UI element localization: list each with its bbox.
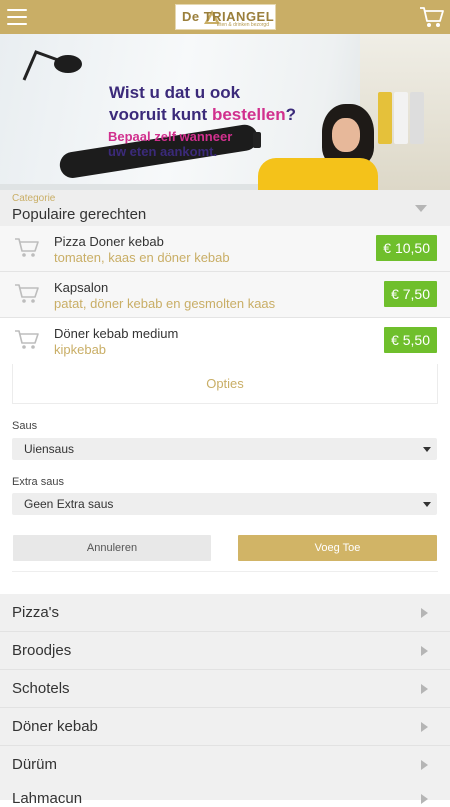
- chevron-right-icon: [421, 684, 428, 694]
- category-selector[interactable]: Categorie Populaire gerechten: [0, 190, 450, 226]
- category-item-durum[interactable]: Dürüm: [0, 746, 450, 784]
- banner-person-face: [332, 118, 360, 152]
- cancel-button[interactable]: Annuleren: [13, 535, 211, 561]
- cart-icon[interactable]: [14, 237, 40, 259]
- category-item-doner-kebab[interactable]: Döner kebab: [0, 708, 450, 746]
- banner-headline-2: vooruit kunt bestellen?: [109, 104, 296, 125]
- category-item-schotels[interactable]: Schotels: [0, 670, 450, 708]
- product-description: kipkebab: [54, 342, 107, 357]
- product-name: Pizza Doner kebab: [54, 234, 164, 249]
- chevron-right-icon: [421, 722, 428, 732]
- product-price-button[interactable]: € 7,50: [384, 281, 437, 307]
- options-title: Opties: [206, 376, 244, 391]
- phone-illustration: [253, 132, 261, 148]
- category-item-label: Dürüm: [12, 756, 58, 773]
- brand-tagline: Eten & drinken bezorgd: [216, 22, 269, 28]
- category-item-lahmacun[interactable]: Lahmacun: [0, 780, 450, 807]
- chevron-right-icon: [421, 608, 428, 618]
- category-value: Populaire gerechten: [12, 206, 147, 223]
- saus-label: Saus: [12, 420, 38, 432]
- banner-headline-2b: bestellen: [211, 105, 286, 124]
- category-item-pizzas[interactable]: Pizza's: [0, 594, 450, 632]
- product-row[interactable]: Kapsalon patat, döner kebab en gesmolten…: [0, 272, 450, 318]
- product-price-button[interactable]: € 10,50: [376, 235, 437, 261]
- product-name: Kapsalon: [54, 280, 109, 295]
- chevron-right-icon: [421, 760, 428, 770]
- category-item-label: Lahmacun: [12, 790, 83, 807]
- saus-select[interactable]: Uiensaus: [12, 438, 437, 460]
- category-item-label: Pizza's: [12, 604, 60, 621]
- cart-icon[interactable]: [419, 5, 445, 29]
- product-price-button[interactable]: € 5,50: [384, 327, 437, 353]
- product-description: patat, döner kebab en gesmolten kaas: [54, 296, 276, 311]
- banner-subline-2: uw eten aankomt.: [108, 144, 218, 159]
- banner-headline-2c: ?: [285, 105, 297, 124]
- desk-lamp-illustration: [22, 50, 82, 81]
- product-description: tomaten, kaas en döner kebab: [54, 250, 230, 265]
- banner-subline-1: Bepaal zelf wanneer: [108, 129, 233, 144]
- banner-binder: [378, 92, 392, 144]
- app-header: De TRIANGEL Eten & drinken bezorgd: [0, 0, 450, 34]
- extra-saus-select-value: Geen Extra saus: [24, 497, 114, 511]
- category-label: Categorie: [12, 193, 56, 204]
- banner-person-body: [258, 158, 378, 190]
- banner-headline-2a: vooruit kunt: [109, 105, 212, 124]
- category-item-label: Broodjes: [12, 642, 72, 659]
- brand-logo[interactable]: De TRIANGEL Eten & drinken bezorgd: [175, 4, 276, 30]
- panel-divider: [12, 571, 438, 572]
- product-row-expanded[interactable]: Döner kebab medium kipkebab € 5,50: [0, 318, 450, 364]
- chevron-right-icon: [421, 646, 428, 656]
- saus-select-value: Uiensaus: [24, 442, 75, 456]
- caret-down-icon: [423, 502, 431, 507]
- chevron-down-icon[interactable]: [415, 205, 427, 212]
- cart-icon[interactable]: [14, 329, 40, 351]
- hamburger-icon[interactable]: [7, 9, 27, 25]
- cart-icon[interactable]: [14, 283, 40, 305]
- banner-headline-1: Wist u dat u ook: [109, 83, 241, 102]
- category-item-label: Döner kebab: [12, 718, 98, 735]
- banner-binder: [394, 92, 408, 144]
- add-to-order-button[interactable]: Voeg Toe: [238, 535, 437, 561]
- promo-banner[interactable]: Wist u dat u ook vooruit kunt bestellen?…: [0, 34, 450, 190]
- category-item-label: Schotels: [12, 680, 70, 697]
- extra-saus-select[interactable]: Geen Extra saus: [12, 493, 437, 515]
- product-name: Döner kebab medium: [54, 326, 179, 341]
- caret-down-icon: [423, 447, 431, 452]
- product-row[interactable]: Pizza Doner kebab tomaten, kaas en döner…: [0, 226, 450, 272]
- options-header: Opties: [12, 364, 438, 404]
- category-item-broodjes[interactable]: Broodjes: [0, 632, 450, 670]
- extra-saus-label: Extra saus: [12, 476, 64, 488]
- banner-binder: [410, 92, 424, 144]
- chevron-right-icon: [421, 794, 428, 804]
